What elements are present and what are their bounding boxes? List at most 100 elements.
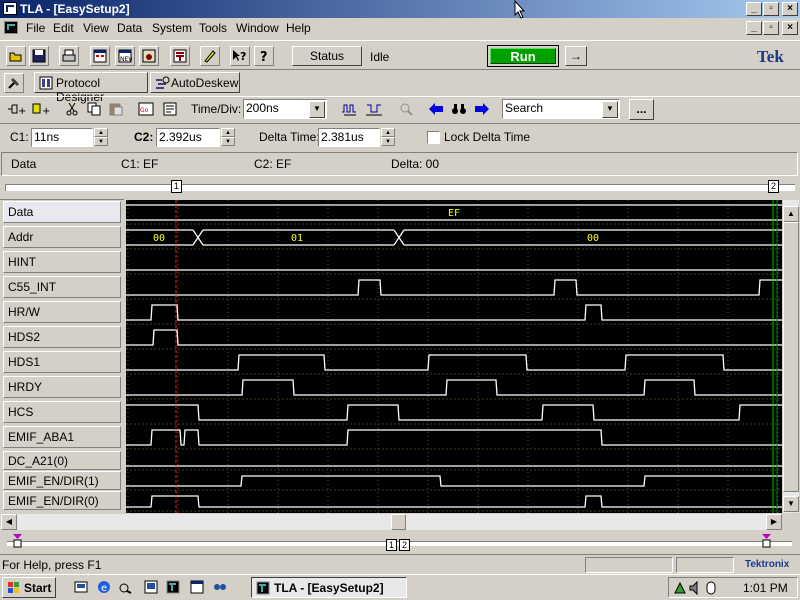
search-chevron-down-icon[interactable]: ▼ bbox=[602, 101, 618, 118]
new-window-icon[interactable]: NEW bbox=[115, 46, 135, 66]
delta-time-value: 2.381us bbox=[321, 130, 364, 144]
tray-volume-icon[interactable] bbox=[689, 581, 703, 595]
menu-system[interactable]: System bbox=[152, 21, 192, 35]
signal-name-hcs[interactable]: HCS bbox=[3, 401, 121, 423]
tray-mouse-icon[interactable] bbox=[705, 581, 717, 595]
doc-close-button[interactable]: × bbox=[782, 21, 798, 35]
search-options-button[interactable]: ... bbox=[629, 99, 654, 120]
c1-input[interactable]: 11ns bbox=[31, 128, 93, 147]
scroll-thumb-vertical[interactable] bbox=[783, 222, 799, 492]
run-button[interactable]: Run bbox=[487, 45, 559, 67]
help-icon[interactable]: ? bbox=[254, 46, 274, 66]
menu-file[interactable]: File bbox=[26, 21, 45, 35]
doc-minimize-button[interactable]: _ bbox=[746, 21, 762, 35]
tray-network-icon[interactable] bbox=[673, 581, 687, 595]
waveform-display[interactable]: EF 00 01 00 bbox=[126, 200, 782, 513]
marker-bar[interactable]: 1 2 bbox=[1, 532, 798, 552]
overview-bar[interactable]: 1 2 bbox=[1, 177, 798, 197]
quicklaunch-tla-icon[interactable] bbox=[166, 580, 180, 594]
save-icon[interactable] bbox=[29, 46, 49, 66]
overview-marker-2[interactable]: 2 bbox=[768, 180, 779, 193]
magnifier-icon[interactable] bbox=[396, 99, 416, 119]
signal-name-emif-en-dir1[interactable]: EMIF_EN/DIR(1) bbox=[3, 471, 121, 490]
lock-delta-checkbox[interactable] bbox=[427, 131, 440, 144]
taskbar-tla-label: TLA - [EasySetup2] bbox=[274, 581, 384, 595]
quicklaunch-network-icon[interactable] bbox=[144, 580, 158, 594]
context-help-icon[interactable]: ? bbox=[230, 46, 250, 66]
copy-icon[interactable] bbox=[84, 99, 104, 119]
signal-name-data[interactable]: Data bbox=[3, 201, 121, 223]
quicklaunch-app-icon[interactable] bbox=[190, 580, 204, 594]
signal-name-hds2[interactable]: HDS2 bbox=[3, 326, 121, 348]
menu-view[interactable]: View bbox=[83, 21, 109, 35]
quicklaunch-ie-icon[interactable]: e bbox=[97, 580, 111, 594]
search-forward-arrow-icon[interactable] bbox=[472, 99, 492, 119]
doc-restore-button[interactable]: ▫ bbox=[763, 21, 779, 35]
scroll-thumb-horizontal[interactable] bbox=[391, 514, 406, 530]
c2-input[interactable]: 2.392us bbox=[156, 128, 220, 147]
signal-name-hrdy[interactable]: HRDY bbox=[3, 376, 121, 398]
signal-name-dc-a21[interactable]: DC_A21(0) bbox=[3, 451, 121, 470]
autodeskew-button[interactable]: AutoDeskew bbox=[150, 72, 240, 93]
menu-data[interactable]: Data bbox=[117, 21, 142, 35]
search-select[interactable]: Search ▼ bbox=[502, 99, 620, 119]
menu-tools[interactable]: Tools bbox=[199, 21, 227, 35]
right-marker-icon[interactable] bbox=[762, 534, 771, 548]
system-window-icon[interactable] bbox=[90, 46, 110, 66]
bottom-marker-2[interactable]: 2 bbox=[399, 539, 410, 551]
quicklaunch-tools-icon[interactable] bbox=[213, 580, 227, 594]
open-icon[interactable] bbox=[6, 46, 26, 66]
scroll-right-button[interactable]: ▶ bbox=[766, 514, 782, 530]
close-button[interactable]: × bbox=[782, 2, 798, 16]
paste-icon[interactable] bbox=[106, 99, 126, 119]
status-button[interactable]: Status bbox=[292, 46, 362, 66]
start-button[interactable]: Start bbox=[2, 577, 56, 598]
signal-name-hint[interactable]: HINT bbox=[3, 251, 121, 273]
trigger-icon[interactable] bbox=[170, 46, 190, 66]
signal-name-emif-aba1[interactable]: EMIF_ABA1 bbox=[3, 426, 121, 448]
menu-help[interactable]: Help bbox=[286, 21, 311, 35]
hammer-icon[interactable] bbox=[4, 73, 24, 93]
forward-arrow-button[interactable]: → bbox=[565, 46, 587, 66]
signal-name-c55-int[interactable]: C55_INT bbox=[3, 276, 121, 298]
overview-marker-1[interactable]: 1 bbox=[171, 180, 182, 193]
left-marker-icon[interactable] bbox=[13, 534, 22, 548]
print-icon[interactable] bbox=[59, 46, 79, 66]
bottom-marker-1[interactable]: 1 bbox=[386, 539, 397, 551]
signal-name-addr[interactable]: Addr bbox=[3, 226, 121, 248]
c2-spinner[interactable]: ▲ ▼ bbox=[221, 128, 235, 147]
zoom-in-time-icon[interactable] bbox=[340, 99, 360, 119]
quicklaunch-explorer-icon[interactable] bbox=[119, 580, 133, 594]
add-bus-icon[interactable]: + bbox=[30, 99, 52, 119]
scroll-down-button[interactable]: ▼ bbox=[783, 496, 799, 512]
signal-name-emif-en-dir0[interactable]: EMIF_EN/DIR(0) bbox=[3, 491, 121, 510]
signal-name-hrw[interactable]: HR/W bbox=[3, 301, 121, 323]
search-back-arrow-icon[interactable] bbox=[426, 99, 446, 119]
overview-track bbox=[5, 184, 795, 191]
menu-edit[interactable]: Edit bbox=[53, 21, 74, 35]
scroll-up-button[interactable]: ▲ bbox=[783, 206, 799, 222]
probe-icon[interactable] bbox=[200, 46, 220, 66]
zoom-out-time-icon[interactable] bbox=[364, 99, 384, 119]
vertical-scrollbar[interactable]: ▲ ▼ bbox=[783, 200, 799, 513]
goto-icon[interactable]: Go bbox=[136, 99, 156, 119]
time-div-select[interactable]: 200ns ▼ bbox=[243, 99, 327, 119]
scroll-left-button[interactable]: ◀ bbox=[1, 514, 17, 530]
chevron-down-icon[interactable]: ▼ bbox=[309, 101, 325, 118]
restore-button[interactable]: ▫ bbox=[763, 2, 779, 16]
taskbar-tla-button[interactable]: TLA - [EasySetup2] bbox=[251, 577, 407, 598]
delta-time-input[interactable]: 2.381us bbox=[318, 128, 380, 147]
quicklaunch-desktop-icon[interactable] bbox=[74, 580, 88, 594]
horizontal-scrollbar[interactable]: ◀ ▶ bbox=[1, 514, 782, 530]
properties-icon[interactable] bbox=[161, 99, 181, 119]
c1-spinner[interactable]: ▲ ▼ bbox=[94, 128, 108, 147]
minimize-button[interactable]: _ bbox=[746, 2, 762, 16]
delta-spinner[interactable]: ▲ ▼ bbox=[381, 128, 395, 147]
add-waveform-icon[interactable]: + bbox=[6, 99, 28, 119]
protocol-designer-button[interactable]: Protocol Designer bbox=[34, 72, 148, 104]
cut-icon[interactable] bbox=[62, 99, 82, 119]
binoculars-icon[interactable] bbox=[449, 99, 469, 119]
listing-window-icon[interactable] bbox=[139, 46, 159, 66]
menu-window[interactable]: Window bbox=[236, 21, 279, 35]
signal-name-hds1[interactable]: HDS1 bbox=[3, 351, 121, 373]
